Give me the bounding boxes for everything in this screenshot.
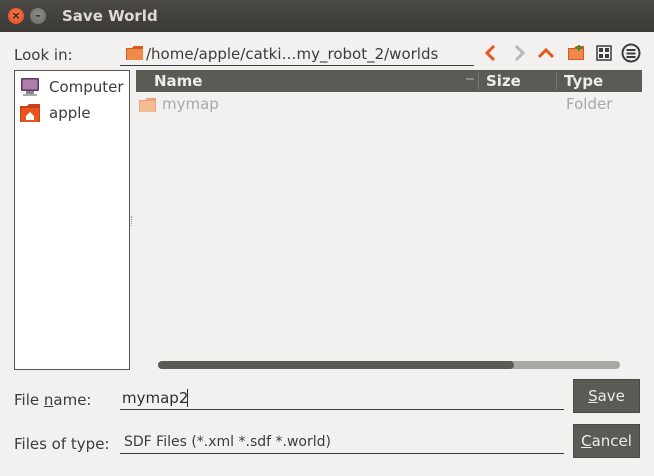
- title-bar: × – Save World: [0, 0, 654, 32]
- file-list: Name Size Type mymap Folder: [136, 70, 642, 370]
- file-name: mymap: [162, 95, 219, 113]
- sidebar-item-label: apple: [49, 104, 91, 122]
- sidebar-item-computer[interactable]: Computer: [19, 75, 124, 99]
- column-header-type[interactable]: Type: [564, 72, 603, 90]
- column-divider[interactable]: [556, 72, 557, 90]
- cancel-button[interactable]: Cancel: [573, 424, 640, 458]
- list-item[interactable]: mymap Folder: [136, 94, 642, 116]
- minimize-window-button[interactable]: –: [30, 8, 46, 24]
- column-header-name[interactable]: Name: [154, 72, 202, 90]
- sidebar-item-label: Computer: [49, 78, 124, 96]
- new-folder-icon[interactable]: [566, 43, 586, 63]
- window-title: Save World: [62, 7, 158, 25]
- scrollbar-thumb[interactable]: [158, 361, 514, 369]
- file-type-combo[interactable]: SDF Files (*.xml *.sdf *.world): [120, 430, 564, 454]
- back-icon[interactable]: [481, 43, 501, 63]
- sort-indicator-icon: [466, 78, 474, 80]
- detail-view-icon[interactable]: [621, 43, 641, 63]
- look-in-label: Look in:: [14, 46, 73, 64]
- parent-directory-icon[interactable]: [536, 43, 556, 63]
- close-window-button[interactable]: ×: [8, 8, 24, 24]
- text-caret: [187, 389, 188, 407]
- horizontal-scrollbar[interactable]: [158, 361, 620, 369]
- file-type-label: Files of type:: [14, 435, 110, 453]
- file-type-value: SDF Files (*.xml *.sdf *.world): [124, 434, 331, 450]
- folder-icon: [126, 46, 143, 60]
- file-type: Folder: [566, 95, 613, 113]
- home-folder-icon: [20, 104, 40, 122]
- file-list-header: Name Size Type: [136, 70, 642, 92]
- splitter-handle[interactable]: [131, 216, 134, 226]
- file-name-label: File name:: [14, 391, 92, 409]
- folder-icon: [139, 98, 156, 112]
- places-sidebar: Computer apple: [14, 70, 130, 370]
- sidebar-item-apple[interactable]: apple: [19, 101, 91, 125]
- column-divider[interactable]: [478, 72, 479, 90]
- computer-icon: [21, 78, 39, 96]
- list-view-icon[interactable]: [594, 43, 614, 63]
- column-header-size[interactable]: Size: [486, 72, 521, 90]
- forward-icon[interactable]: [509, 43, 529, 63]
- look-in-path: /home/apple/catki…my_robot_2/worlds: [146, 45, 439, 63]
- save-button[interactable]: Save: [573, 379, 640, 413]
- look-in-combo[interactable]: /home/apple/catki…my_robot_2/worlds: [120, 42, 474, 66]
